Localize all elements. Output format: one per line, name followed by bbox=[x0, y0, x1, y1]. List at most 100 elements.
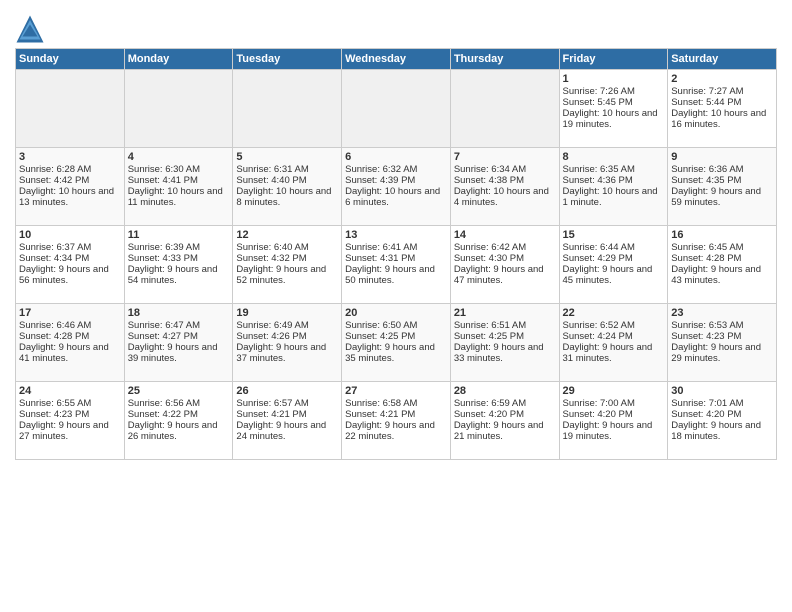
day-number: 29 bbox=[563, 385, 665, 397]
logo bbox=[15, 14, 49, 44]
day-info: Daylight: 9 hours and 47 minutes. bbox=[454, 264, 556, 286]
day-info: Sunrise: 6:35 AM bbox=[563, 164, 665, 175]
calendar-cell bbox=[124, 70, 233, 148]
day-info: Sunrise: 6:46 AM bbox=[19, 320, 121, 331]
calendar-cell: 21Sunrise: 6:51 AMSunset: 4:25 PMDayligh… bbox=[450, 304, 559, 382]
day-number: 14 bbox=[454, 229, 556, 241]
day-info: Daylight: 9 hours and 56 minutes. bbox=[19, 264, 121, 286]
day-info: Daylight: 9 hours and 35 minutes. bbox=[345, 342, 447, 364]
day-info: Sunset: 4:31 PM bbox=[345, 253, 447, 264]
day-info: Sunset: 4:20 PM bbox=[454, 409, 556, 420]
day-info: Sunrise: 6:37 AM bbox=[19, 242, 121, 253]
calendar-cell: 1Sunrise: 7:26 AMSunset: 5:45 PMDaylight… bbox=[559, 70, 668, 148]
day-info: Sunset: 4:21 PM bbox=[345, 409, 447, 420]
day-info: Daylight: 10 hours and 11 minutes. bbox=[128, 186, 230, 208]
calendar-cell: 18Sunrise: 6:47 AMSunset: 4:27 PMDayligh… bbox=[124, 304, 233, 382]
day-info: Sunrise: 6:49 AM bbox=[236, 320, 338, 331]
day-info: Sunset: 5:44 PM bbox=[671, 97, 773, 108]
day-info: Sunrise: 6:45 AM bbox=[671, 242, 773, 253]
day-info: Sunrise: 6:42 AM bbox=[454, 242, 556, 253]
day-info: Sunrise: 6:41 AM bbox=[345, 242, 447, 253]
calendar-cell: 25Sunrise: 6:56 AMSunset: 4:22 PMDayligh… bbox=[124, 382, 233, 460]
calendar-cell: 30Sunrise: 7:01 AMSunset: 4:20 PMDayligh… bbox=[668, 382, 777, 460]
day-info: Daylight: 10 hours and 1 minute. bbox=[563, 186, 665, 208]
day-number: 1 bbox=[563, 73, 665, 85]
day-info: Sunrise: 6:47 AM bbox=[128, 320, 230, 331]
day-number: 12 bbox=[236, 229, 338, 241]
day-number: 10 bbox=[19, 229, 121, 241]
week-row-4: 24Sunrise: 6:55 AMSunset: 4:23 PMDayligh… bbox=[16, 382, 777, 460]
day-info: Daylight: 9 hours and 31 minutes. bbox=[563, 342, 665, 364]
day-info: Sunrise: 6:28 AM bbox=[19, 164, 121, 175]
day-info: Sunset: 4:40 PM bbox=[236, 175, 338, 186]
day-info: Daylight: 10 hours and 16 minutes. bbox=[671, 108, 773, 130]
day-info: Sunset: 4:35 PM bbox=[671, 175, 773, 186]
calendar-cell bbox=[450, 70, 559, 148]
calendar-cell bbox=[342, 70, 451, 148]
day-info: Daylight: 9 hours and 54 minutes. bbox=[128, 264, 230, 286]
day-info: Daylight: 10 hours and 4 minutes. bbox=[454, 186, 556, 208]
day-info: Daylight: 9 hours and 43 minutes. bbox=[671, 264, 773, 286]
day-info: Sunrise: 6:50 AM bbox=[345, 320, 447, 331]
day-info: Sunset: 4:41 PM bbox=[128, 175, 230, 186]
day-info: Sunset: 4:26 PM bbox=[236, 331, 338, 342]
day-info: Daylight: 9 hours and 39 minutes. bbox=[128, 342, 230, 364]
calendar-cell: 9Sunrise: 6:36 AMSunset: 4:35 PMDaylight… bbox=[668, 148, 777, 226]
calendar-cell: 5Sunrise: 6:31 AMSunset: 4:40 PMDaylight… bbox=[233, 148, 342, 226]
day-info: Sunrise: 6:55 AM bbox=[19, 398, 121, 409]
day-number: 28 bbox=[454, 385, 556, 397]
day-number: 22 bbox=[563, 307, 665, 319]
day-number: 21 bbox=[454, 307, 556, 319]
day-number: 27 bbox=[345, 385, 447, 397]
day-info: Sunset: 4:20 PM bbox=[671, 409, 773, 420]
day-info: Sunset: 4:28 PM bbox=[671, 253, 773, 264]
calendar-cell bbox=[16, 70, 125, 148]
day-info: Sunset: 4:33 PM bbox=[128, 253, 230, 264]
day-info: Sunset: 4:24 PM bbox=[563, 331, 665, 342]
calendar-cell: 14Sunrise: 6:42 AMSunset: 4:30 PMDayligh… bbox=[450, 226, 559, 304]
day-number: 16 bbox=[671, 229, 773, 241]
day-info: Sunset: 4:27 PM bbox=[128, 331, 230, 342]
day-number: 18 bbox=[128, 307, 230, 319]
day-number: 30 bbox=[671, 385, 773, 397]
day-number: 5 bbox=[236, 151, 338, 163]
calendar-cell: 11Sunrise: 6:39 AMSunset: 4:33 PMDayligh… bbox=[124, 226, 233, 304]
calendar-cell: 6Sunrise: 6:32 AMSunset: 4:39 PMDaylight… bbox=[342, 148, 451, 226]
day-info: Sunrise: 6:34 AM bbox=[454, 164, 556, 175]
calendar-cell: 7Sunrise: 6:34 AMSunset: 4:38 PMDaylight… bbox=[450, 148, 559, 226]
calendar-cell: 3Sunrise: 6:28 AMSunset: 4:42 PMDaylight… bbox=[16, 148, 125, 226]
day-info: Daylight: 9 hours and 41 minutes. bbox=[19, 342, 121, 364]
day-number: 26 bbox=[236, 385, 338, 397]
day-number: 3 bbox=[19, 151, 121, 163]
calendar-table: SundayMondayTuesdayWednesdayThursdayFrid… bbox=[15, 48, 777, 460]
day-info: Sunset: 4:23 PM bbox=[19, 409, 121, 420]
day-info: Sunrise: 6:32 AM bbox=[345, 164, 447, 175]
calendar-cell: 27Sunrise: 6:58 AMSunset: 4:21 PMDayligh… bbox=[342, 382, 451, 460]
day-number: 23 bbox=[671, 307, 773, 319]
day-info: Sunset: 4:23 PM bbox=[671, 331, 773, 342]
day-info: Sunrise: 6:44 AM bbox=[563, 242, 665, 253]
day-info: Sunset: 4:32 PM bbox=[236, 253, 338, 264]
day-info: Daylight: 9 hours and 52 minutes. bbox=[236, 264, 338, 286]
day-info: Daylight: 9 hours and 27 minutes. bbox=[19, 420, 121, 442]
day-info: Sunset: 4:29 PM bbox=[563, 253, 665, 264]
day-info: Daylight: 9 hours and 33 minutes. bbox=[454, 342, 556, 364]
day-info: Daylight: 10 hours and 6 minutes. bbox=[345, 186, 447, 208]
calendar-cell bbox=[233, 70, 342, 148]
week-row-0: 1Sunrise: 7:26 AMSunset: 5:45 PMDaylight… bbox=[16, 70, 777, 148]
day-number: 7 bbox=[454, 151, 556, 163]
calendar-cell: 15Sunrise: 6:44 AMSunset: 4:29 PMDayligh… bbox=[559, 226, 668, 304]
calendar-body: 1Sunrise: 7:26 AMSunset: 5:45 PMDaylight… bbox=[16, 70, 777, 460]
logo-icon bbox=[15, 14, 45, 44]
column-header-saturday: Saturday bbox=[668, 49, 777, 70]
day-info: Sunrise: 6:51 AM bbox=[454, 320, 556, 331]
column-header-monday: Monday bbox=[124, 49, 233, 70]
calendar-cell: 10Sunrise: 6:37 AMSunset: 4:34 PMDayligh… bbox=[16, 226, 125, 304]
day-info: Sunset: 4:42 PM bbox=[19, 175, 121, 186]
day-info: Daylight: 9 hours and 59 minutes. bbox=[671, 186, 773, 208]
day-number: 17 bbox=[19, 307, 121, 319]
page: SundayMondayTuesdayWednesdayThursdayFrid… bbox=[0, 0, 792, 470]
day-number: 9 bbox=[671, 151, 773, 163]
day-info: Sunrise: 6:58 AM bbox=[345, 398, 447, 409]
day-info: Sunset: 4:28 PM bbox=[19, 331, 121, 342]
